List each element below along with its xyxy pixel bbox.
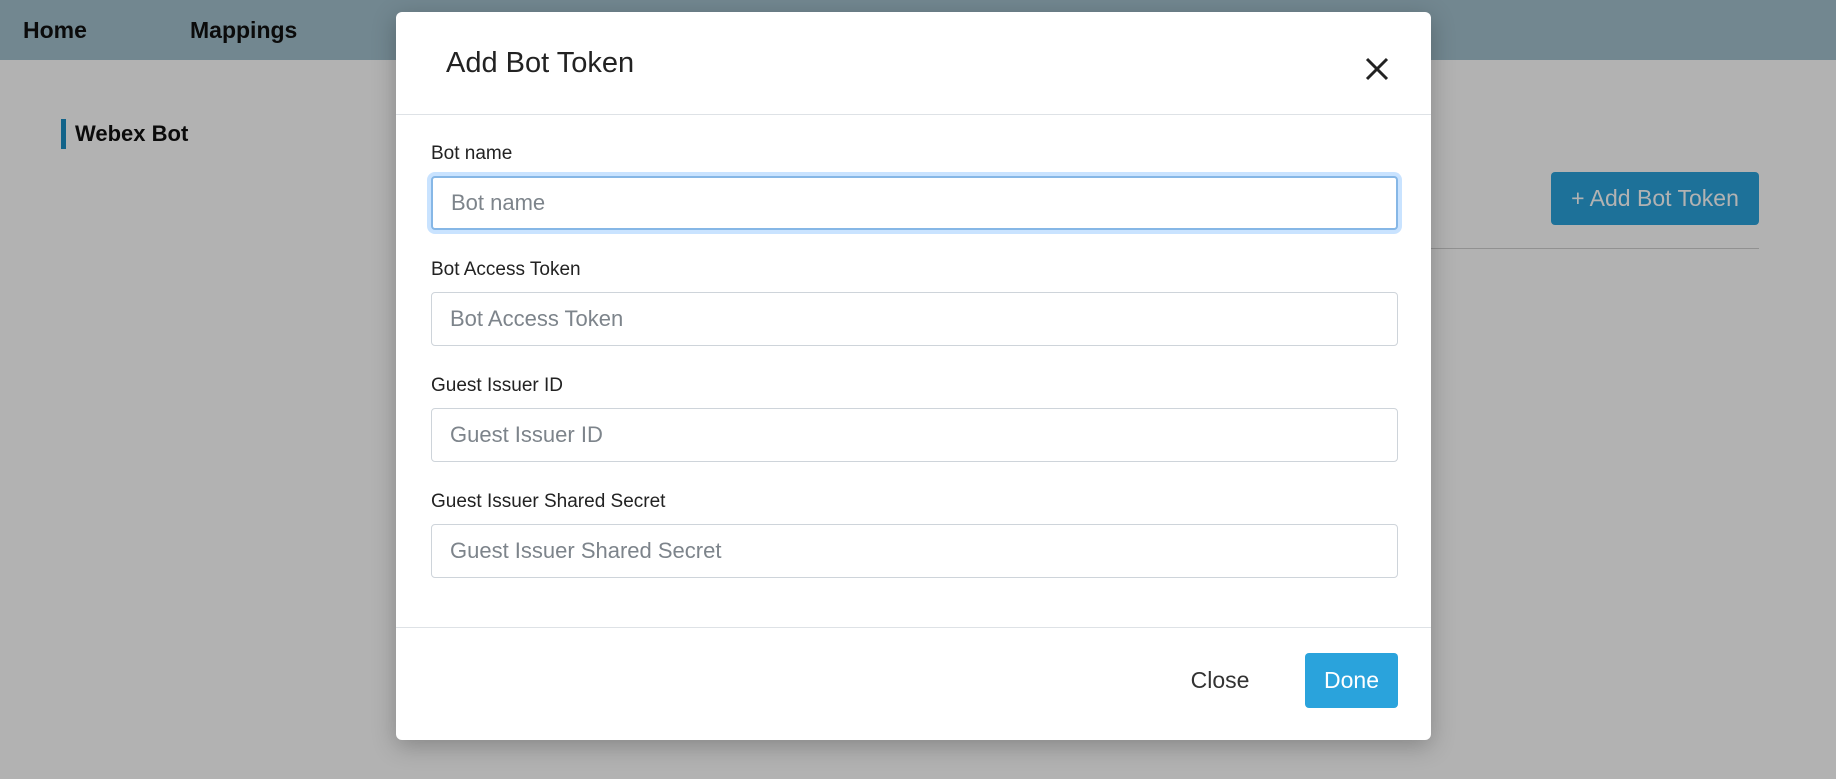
guest-issuer-secret-input[interactable]: [431, 524, 1398, 578]
modal-footer: Close Done: [396, 627, 1431, 740]
guest-issuer-id-input[interactable]: [431, 408, 1398, 462]
bot-access-token-label: Bot Access Token: [431, 259, 581, 280]
bot-access-token-input[interactable]: [431, 292, 1398, 346]
modal-title: Add Bot Token: [446, 47, 635, 79]
guest-issuer-id-label: Guest Issuer ID: [431, 375, 563, 396]
bot-name-input[interactable]: [431, 176, 1398, 230]
add-bot-token-modal: Add Bot Token Bot name Bot Access Token …: [396, 12, 1431, 740]
modal-header: Add Bot Token: [396, 12, 1431, 115]
guest-issuer-secret-label: Guest Issuer Shared Secret: [431, 491, 666, 512]
done-button[interactable]: Done: [1305, 653, 1398, 708]
bot-name-label: Bot name: [431, 143, 513, 164]
close-button[interactable]: Close: [1166, 653, 1274, 708]
close-icon[interactable]: [1362, 54, 1392, 84]
